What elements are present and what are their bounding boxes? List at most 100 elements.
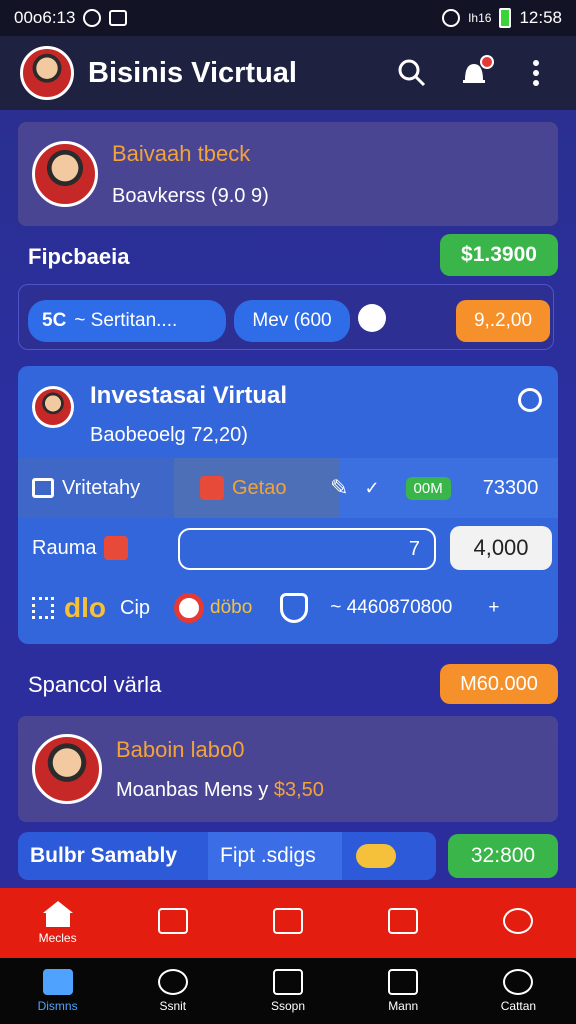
shield-icon [280,593,309,623]
signal-text: Ih16 [468,11,492,25]
bottom-row: Bulbr Samably Fipt .sdigs [18,832,436,880]
image-icon [109,10,128,26]
red-nav-item-settings[interactable] [461,888,576,958]
record-icon [174,593,205,623]
row1-cell1[interactable]: Vritetahy [62,477,192,500]
investment-title: Investasai Virtual [90,382,287,409]
settings-icon [503,908,534,934]
row3-c[interactable]: döbo [210,597,252,619]
alarm-icon [442,9,461,27]
wallet-icon [32,478,54,498]
red-nav-item-chat[interactable] [115,888,230,958]
bottom-left-label[interactable]: Bulbr Samably [30,844,208,868]
filter-pill-2[interactable]: Mev (600 [234,300,350,342]
red-nav-item-card[interactable] [346,888,461,958]
investment-card: Investasai Virtual Baobeoelg 72,20) Vrit… [18,366,558,644]
person-card[interactable]: Baboin labo0 Moanbas Mens y $3,50 [18,716,558,822]
profile-name: Baivaah tbeck [112,140,251,166]
row2-label: Rauma [32,536,97,559]
bottom-nav-bar: Dismns Ssnit Ssopn Mann Cattan [0,958,576,1024]
reaction-icon[interactable] [358,304,386,332]
cloud-icon [503,969,534,995]
section-label-1: Fipcbaeia [28,244,130,269]
person-subtitle: Moanbas Mens y $3,50 [116,779,324,802]
nav-label-ssopn: Ssopn [270,999,306,1013]
app-title: Bisinis Vicrtual [88,56,297,89]
person-name: Baboin labo0 [116,736,245,762]
investment-row-3: dlo Cip döbo ~ 4460870800 + [18,578,558,638]
status-time-left: 00o6:13 [14,8,76,27]
coin-icon [356,844,396,868]
bottom-amount-button[interactable]: 32:800 [448,834,558,878]
card-icon [388,908,419,934]
nav-item-cattan[interactable]: Cattan [461,958,576,1024]
section1-amount-button[interactable]: $1.3900 [440,234,558,276]
more-vertical-icon [533,60,539,86]
status-time-right: 12:58 [519,8,562,27]
investment-header: Investasai Virtual Baobeoelg 72,20) [18,366,558,458]
row3-a[interactable]: dlo [64,592,106,624]
avatar[interactable] [20,46,74,100]
person-subtitle-amount: $3,50 [273,778,324,801]
grid-icon [32,597,54,619]
battery-icon [499,8,512,28]
home-icon [42,969,73,995]
investment-avatar [32,386,74,428]
notification-badge [480,55,494,69]
investment-row-2: Rauma 7 4,000 [18,518,558,578]
red-nav-item-home[interactable]: Mecles [0,888,115,958]
nav-label-ssnit: Ssnit [159,999,187,1013]
row2-amount-button[interactable]: 4,000 [450,526,552,570]
edit-icon[interactable]: ✎ [330,475,348,501]
notification-icon [83,9,102,27]
nav-item-mann[interactable]: Mann [346,958,461,1024]
nav-label-cattan: Cattan [500,999,537,1013]
filter-pill-1-prefix: 5C [42,310,67,331]
bottom-pill[interactable]: Fipt .sdigs [208,832,342,880]
row1-badge: 00M [405,476,451,500]
row3-e[interactable]: + [488,597,499,619]
house-icon [273,908,303,934]
person-subtitle-text: Moanbas Mens y [116,778,269,801]
home-icon-base [45,913,70,927]
profile-subtitle: Boavkerss (9.0 9) [112,184,269,207]
nav-item-ssopn[interactable]: Ssopn [230,958,345,1024]
tag-icon [157,969,188,995]
investment-row-1: Vritetahy Getao ✎ ✓ 00M 73300 [18,458,558,518]
search-icon [398,59,426,87]
notifications-button[interactable] [454,53,494,93]
amount-input-value: 7 [408,537,420,560]
row3-d: ~ 4460870800 [330,597,453,618]
profile-card[interactable]: Baivaah tbeck Boavkerss (9.0 9) [18,122,558,226]
section-label-2: Spancol värla [28,672,162,697]
house-outline-icon [273,969,303,995]
red-nav-bar: Mecles [0,888,576,958]
red-nav-item-house[interactable] [230,888,345,958]
nav-item-ssnit[interactable]: Ssnit [115,958,230,1024]
filter-pill-1-label: ~ Sertitan.... [74,310,178,331]
row3-b[interactable]: Cip [120,597,150,620]
home-icon [42,901,73,913]
person-avatar [32,734,102,804]
app-bar: Bisinis Vicrtual [0,36,576,110]
investment-radio[interactable] [518,388,542,412]
section2-amount-button[interactable]: M60.000 [440,664,558,704]
amount-input[interactable]: 7 [178,528,436,570]
nav-label-dismns: Dismns [37,999,78,1013]
red-nav-label-home: Mecles [38,931,77,945]
bag-icon [104,536,129,560]
row-amount-button[interactable]: 9,.2,00 [456,300,550,342]
nav-item-dismns[interactable]: Dismns [0,958,115,1024]
search-button[interactable] [392,53,432,93]
status-bar: 00o6:13 Ih16 12:58 [0,0,576,36]
gift-icon [200,476,224,500]
nav-label-mann: Mann [388,999,419,1013]
filter-pill-1[interactable]: 5C ~ Sertitan.... [28,300,226,342]
check-icon: ✓ [364,477,380,498]
investment-subtitle: Baobeoelg 72,20) [90,424,248,446]
profile-avatar [32,141,98,207]
more-menu-button[interactable] [516,53,556,93]
row1-value: 73300 [482,476,539,499]
monitor-icon [388,969,419,995]
row1-cell2[interactable]: Getao [232,477,322,500]
